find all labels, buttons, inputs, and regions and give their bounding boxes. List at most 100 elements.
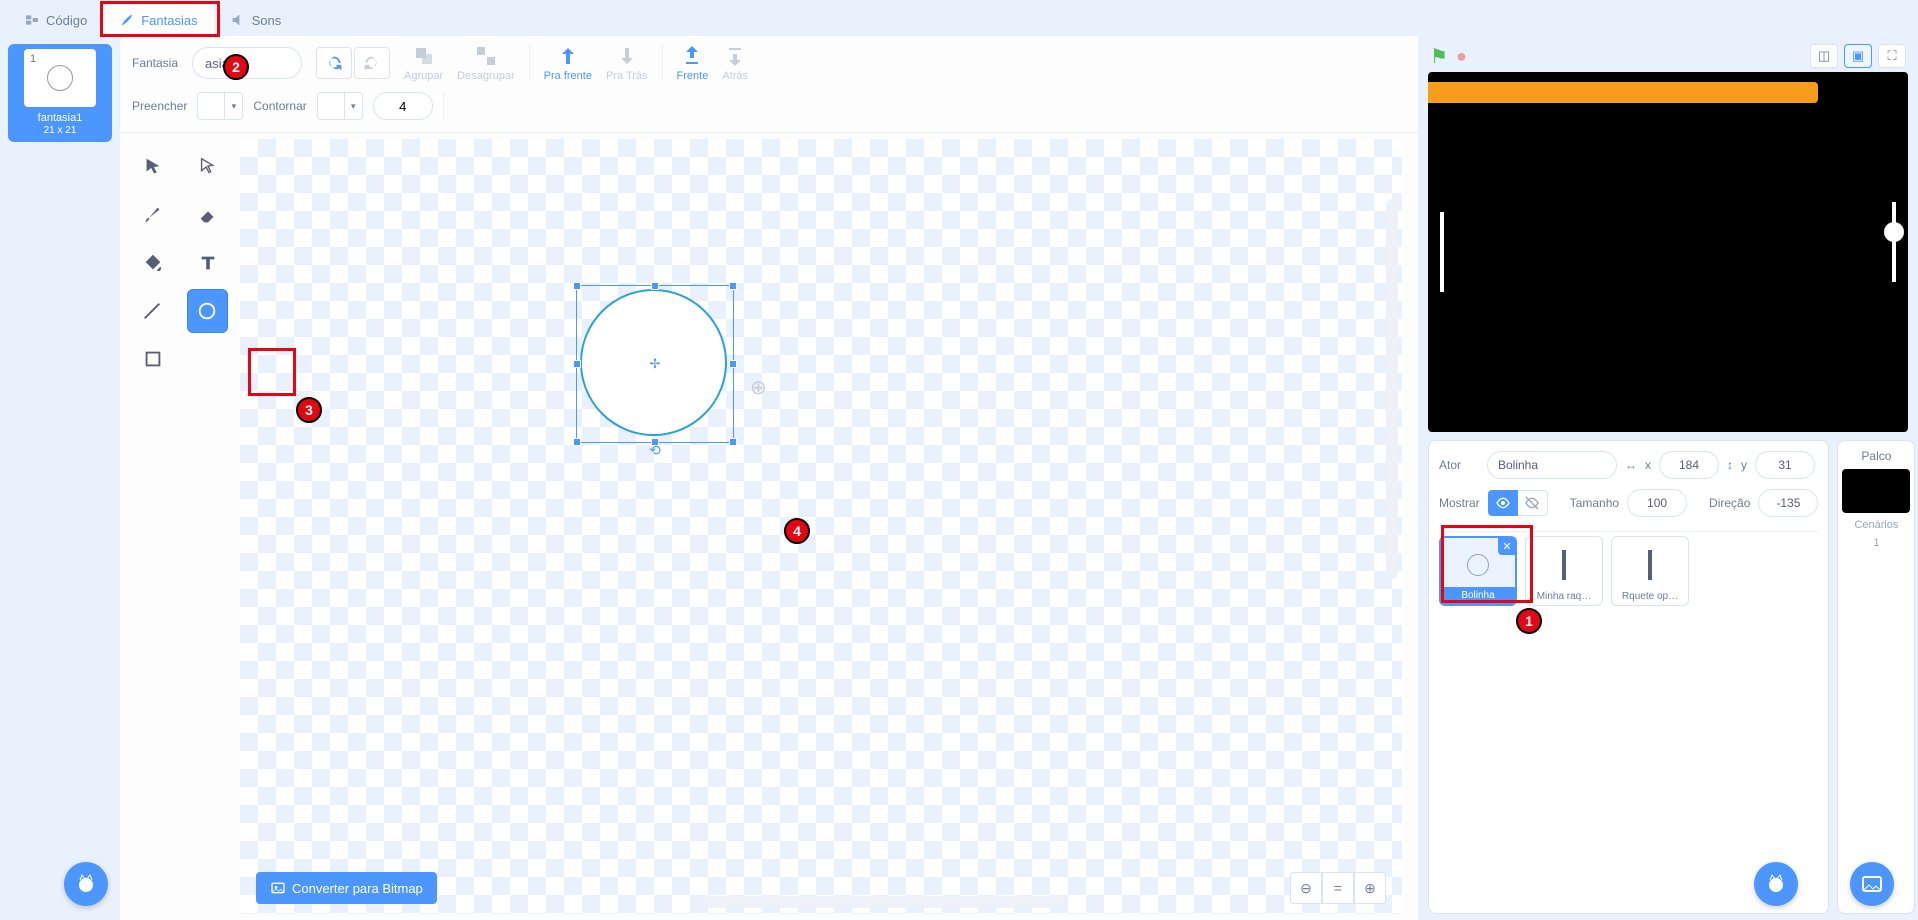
image-icon [270, 880, 286, 896]
tab-costumes-label: Fantasias [141, 13, 197, 28]
paintbrush-icon [142, 204, 164, 226]
group-label: Agrupar [404, 70, 443, 82]
text-icon [197, 252, 219, 274]
y-icon: ↕ [1727, 458, 1733, 472]
direction-input[interactable] [1758, 489, 1818, 517]
costume-index: 1 [30, 53, 36, 65]
sprites-list: ✕ Bolinha Minha raq… Rquete op… [1439, 531, 1818, 606]
select-tool[interactable] [132, 145, 173, 189]
add-backdrop-fab[interactable] [1850, 862, 1894, 906]
redo-button[interactable] [354, 47, 390, 79]
show-label: Mostrar [1439, 496, 1480, 510]
sprite-card[interactable]: ✕ Bolinha [1439, 536, 1517, 606]
hidden-button[interactable] [1518, 490, 1548, 516]
line-tool[interactable] [132, 289, 173, 333]
circle-icon [196, 300, 218, 322]
text-tool[interactable] [187, 241, 228, 285]
sprite-card[interactable]: Minha raq… [1525, 536, 1603, 606]
canvas-vscroll[interactable] [1386, 199, 1398, 579]
forward-icon [556, 44, 580, 68]
costume-name-label: Fantasia [132, 56, 178, 70]
costume-size: 21 x 21 [44, 125, 77, 140]
back-label: Atrás [722, 70, 748, 82]
ator-label: Ator [1439, 458, 1479, 472]
delete-sprite-button[interactable]: ✕ [1498, 537, 1516, 555]
sprite-card-label: Rquete op… [1612, 588, 1688, 605]
fullscreen-button[interactable]: ⛶ [1878, 44, 1906, 68]
zoom-reset-button[interactable]: = [1322, 872, 1354, 904]
bucket-icon [142, 252, 164, 274]
outline-color-dropdown[interactable]: ▾ [345, 92, 363, 120]
zoom-out-button[interactable]: ⊖ [1290, 872, 1322, 904]
ball-sprite [1884, 222, 1904, 242]
sprite-card-label: Minha raq… [1526, 588, 1602, 605]
sprite-card[interactable]: Rquete op… [1611, 536, 1689, 606]
outline-width-input[interactable] [373, 92, 433, 120]
cursor-icon [142, 156, 164, 178]
zoom-in-button[interactable]: ⊕ [1354, 872, 1386, 904]
visible-button[interactable] [1488, 490, 1518, 516]
stage-preview[interactable]: 0 0 [1428, 72, 1908, 432]
tab-code[interactable]: Código [8, 4, 103, 36]
large-stage-button[interactable]: ▣ [1844, 44, 1872, 68]
sprite-info-panel: Ator ↔ x ↕ y Mostrar [1428, 440, 1829, 914]
convert-bitmap-button[interactable]: Converter para Bitmap [256, 872, 437, 904]
costume-name: fantasia1 [38, 110, 83, 125]
eye-icon [1495, 495, 1511, 511]
tab-sounds-label: Sons [252, 13, 282, 28]
canvas-center-icon: ⊕ [750, 375, 767, 400]
centerpoint-icon: ✢ [650, 356, 661, 372]
tab-sounds[interactable]: Sons [214, 4, 298, 36]
stage-thumb[interactable] [1842, 469, 1910, 513]
forward-label[interactable]: Pra frente [544, 70, 592, 82]
brush-tool[interactable] [132, 193, 173, 237]
sprite-name-input[interactable] [1487, 451, 1617, 479]
reshape-tool[interactable] [187, 145, 228, 189]
square-icon [142, 348, 164, 370]
green-flag-icon[interactable]: ⚑ [1430, 44, 1448, 69]
y-label: y [1741, 458, 1747, 472]
left-paddle [1440, 212, 1444, 292]
add-sprite-fab[interactable] [1754, 862, 1798, 906]
sound-icon [230, 12, 246, 28]
rect-tool[interactable] [132, 337, 173, 381]
convert-label: Converter para Bitmap [292, 881, 423, 896]
x-label: x [1645, 458, 1651, 472]
redo-icon [361, 52, 383, 74]
eraser-tool[interactable] [187, 193, 228, 237]
fill-color-swatch[interactable] [197, 92, 225, 120]
costume-name-input[interactable] [192, 47, 302, 79]
code-icon [24, 12, 40, 28]
selected-shape[interactable]: ✢ ⟲ [580, 289, 730, 439]
stage-panel: Palco Cenários 1 [1837, 440, 1915, 914]
stop-icon[interactable]: ● [1456, 46, 1467, 67]
canvas[interactable]: ✢ ⟲ ⊕ Converter para Bitmap ⊖ = [240, 139, 1402, 914]
backward-label: Pra Trás [606, 70, 648, 82]
costume-thumb[interactable]: 1 fantasia1 21 x 21 [8, 44, 112, 142]
fill-color-dropdown[interactable]: ▾ [225, 92, 243, 120]
fill-tool[interactable] [132, 241, 173, 285]
tab-costumes[interactable]: Fantasias [103, 4, 213, 36]
y-input[interactable] [1755, 451, 1815, 479]
undo-button[interactable] [316, 47, 352, 79]
back-icon [723, 44, 747, 68]
outline-label: Contornar [253, 99, 306, 113]
size-label: Tamanho [1570, 496, 1619, 510]
costume-list: 1 fantasia1 21 x 21 [0, 36, 120, 920]
add-costume-fab[interactable] [64, 862, 108, 906]
backward-icon [615, 44, 639, 68]
small-stage-button[interactable]: ◫ [1810, 44, 1838, 68]
group-icon [412, 44, 436, 68]
front-icon [680, 44, 704, 68]
editor-tabs: Código Fantasias Sons [0, 0, 1918, 36]
size-input[interactable] [1627, 489, 1687, 517]
front-label[interactable]: Frente [677, 70, 709, 82]
outline-color-swatch[interactable] [317, 92, 345, 120]
tab-code-label: Código [46, 13, 87, 28]
brush-icon [119, 12, 135, 28]
x-input[interactable] [1659, 451, 1719, 479]
score-right: 0 [1428, 82, 1818, 103]
node-cursor-icon [197, 156, 219, 178]
rotate-handle-icon[interactable]: ⟲ [649, 442, 661, 459]
circle-tool[interactable] [187, 289, 228, 333]
